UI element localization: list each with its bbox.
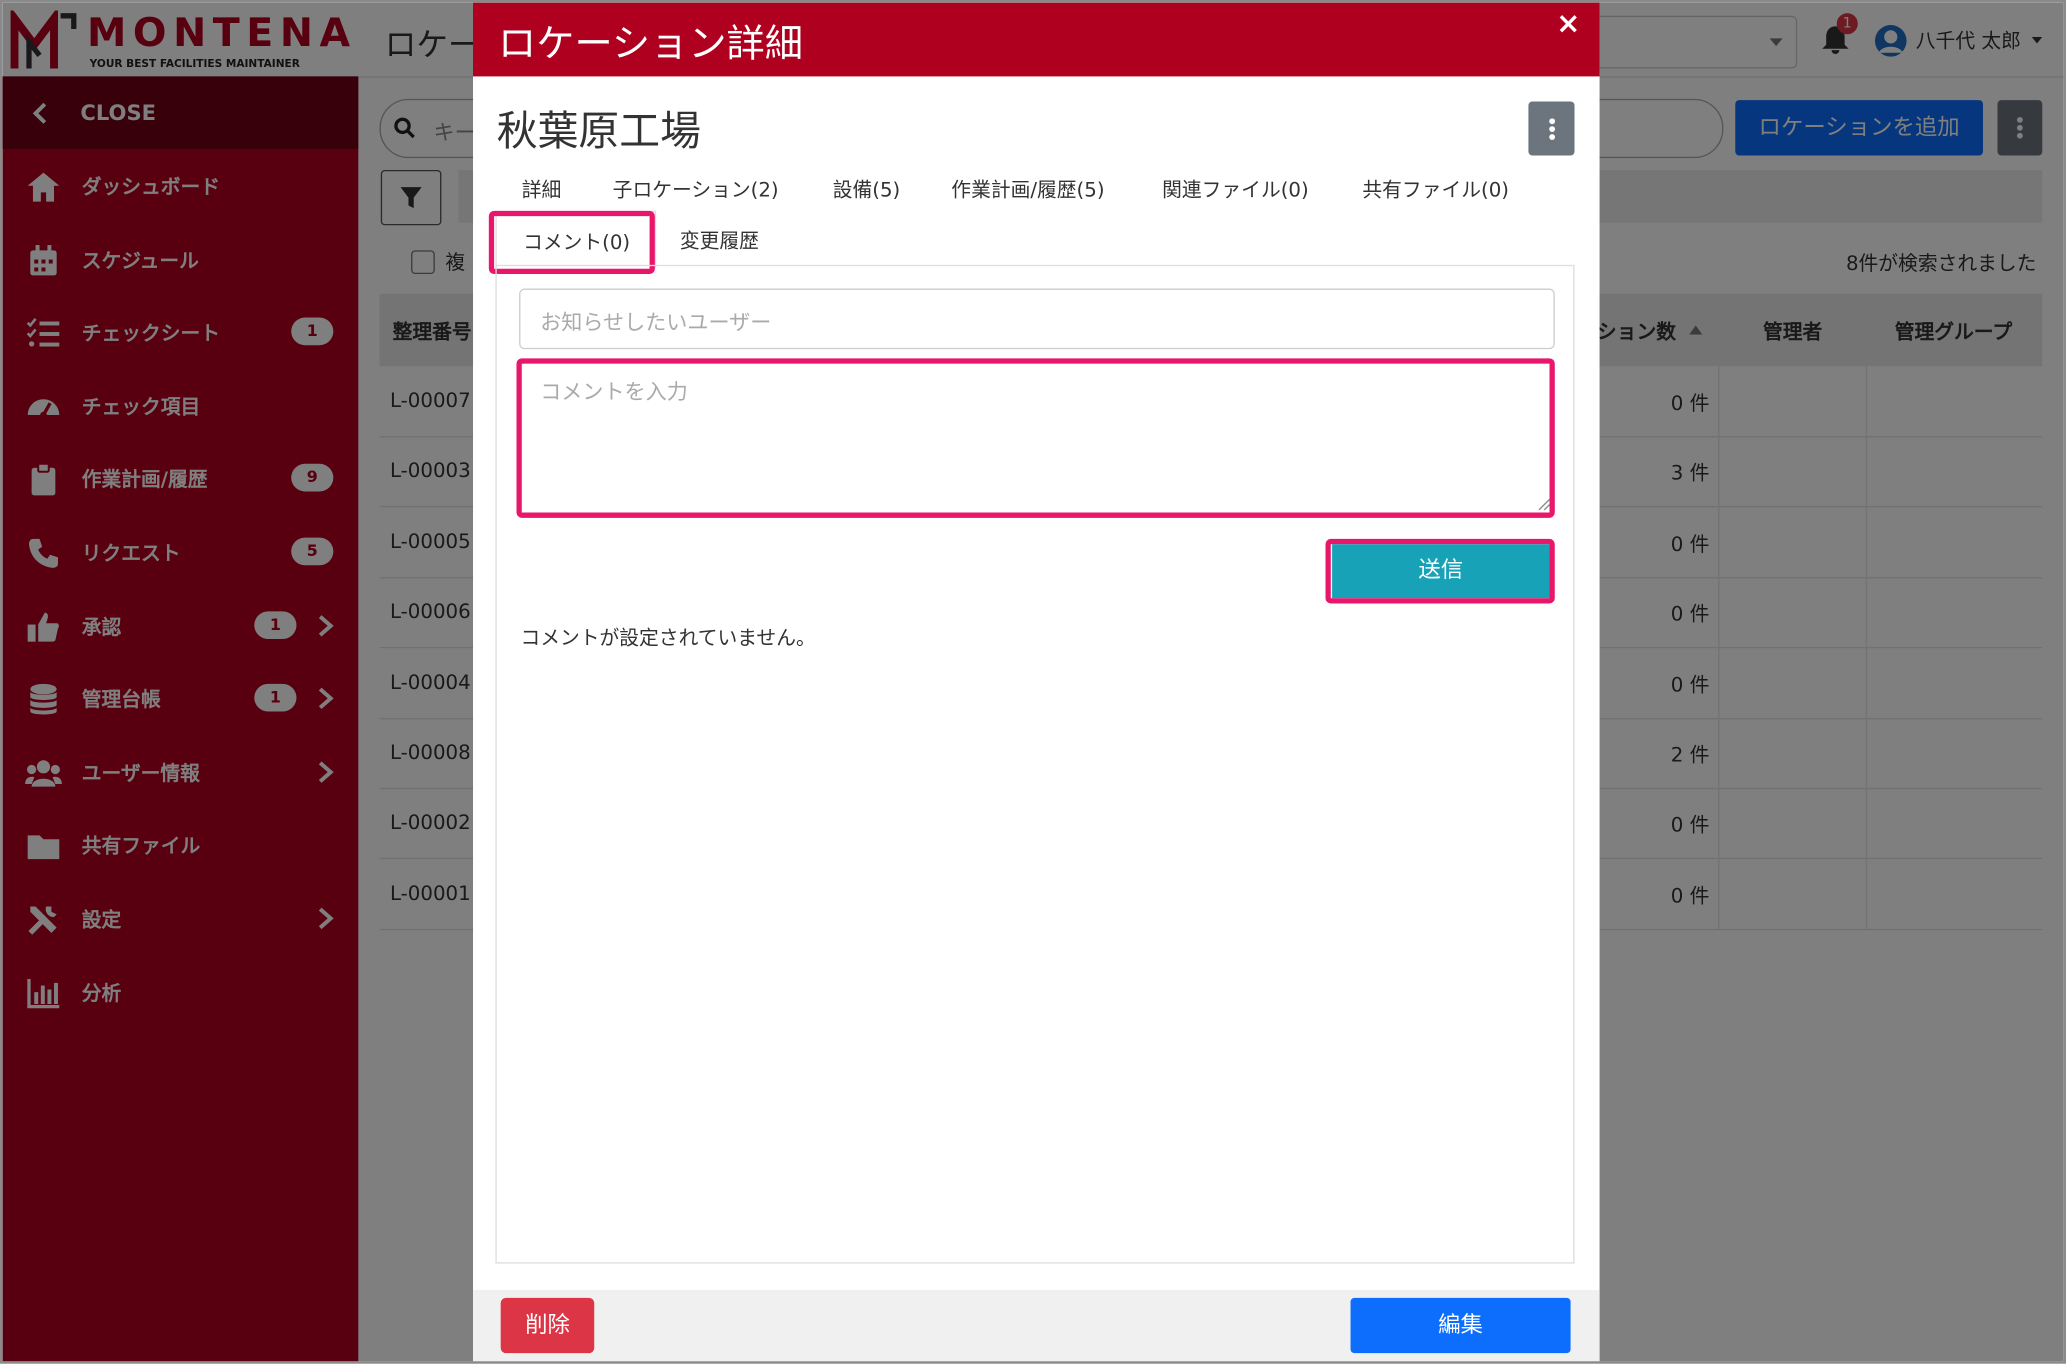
empty-comment-message: コメントが設定されていません。 <box>520 625 816 650</box>
location-name: 秋葉原工場 <box>496 108 701 156</box>
location-detail-modal: ロケーション詳細 × 秋葉原工場 詳細 子ロケーション(2) 設備(5) 作業計… <box>473 2 1600 1362</box>
tab-equipment[interactable]: 設備(5) <box>833 175 901 203</box>
textarea-highlight <box>516 358 1555 518</box>
tab-details[interactable]: 詳細 <box>522 175 562 203</box>
tab-work-plans[interactable]: 作業計画/履歴(5) <box>951 175 1104 203</box>
tab-related-files[interactable]: 関連ファイル(0) <box>1162 175 1309 203</box>
delete-button[interactable]: 削除 <box>500 1297 595 1354</box>
notify-user-placeholder: お知らせしたいユーザー <box>540 309 772 335</box>
send-highlight <box>1325 538 1555 604</box>
modal-more-button[interactable] <box>1528 101 1575 156</box>
modal-title: ロケーション詳細 <box>498 21 803 66</box>
modal-footer: 削除 編集 <box>473 1289 1600 1362</box>
tab-change-history[interactable]: 変更履歴 <box>680 227 759 255</box>
notify-user-field[interactable]: お知らせしたいユーザー <box>519 288 1555 350</box>
modal-close-button[interactable]: × <box>1556 8 1580 41</box>
tab-shared-files[interactable]: 共有ファイル(0) <box>1362 175 1509 203</box>
vertical-dots-icon <box>1549 118 1556 140</box>
modal-header: ロケーション詳細 × <box>473 2 1600 77</box>
tab-child-locations[interactable]: 子ロケーション(2) <box>613 175 779 203</box>
edit-button[interactable]: 編集 <box>1350 1297 1571 1354</box>
